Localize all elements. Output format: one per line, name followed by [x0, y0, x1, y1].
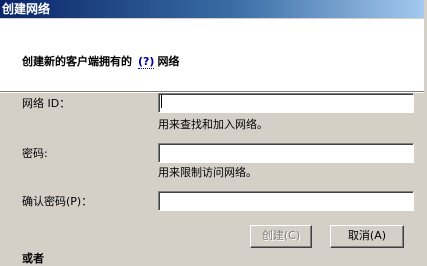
header-panel: 创建新的客户端拥有的 (?) 网络 [0, 19, 427, 92]
page-heading: 创建新的客户端拥有的 (?) 网络 [22, 55, 179, 69]
password-hint: 用来限制访问网络。 [158, 166, 257, 179]
text-caret [161, 95, 162, 108]
create-button[interactable]: 创建(C) [250, 225, 312, 248]
password-label: 密码: [22, 147, 48, 160]
network-id-label: 网络 ID： [22, 97, 71, 110]
cancel-button[interactable]: 取消(A) [330, 225, 404, 248]
confirm-password-input[interactable] [158, 191, 414, 211]
window-title: 创建网络 [2, 2, 51, 16]
title-bar: 创建网络 [0, 0, 427, 18]
network-id-input[interactable] [158, 93, 414, 113]
or-section-label: 或者 [22, 252, 44, 265]
help-link[interactable]: (?) [138, 55, 155, 69]
heading-text: 创建新的客户端拥有的 [22, 55, 132, 68]
heading-suffix: 网络 [157, 55, 180, 68]
network-id-hint: 用来查找和加入网络。 [158, 118, 268, 131]
confirm-password-label: 确认密码(P)： [22, 195, 93, 208]
password-input[interactable] [158, 143, 414, 163]
